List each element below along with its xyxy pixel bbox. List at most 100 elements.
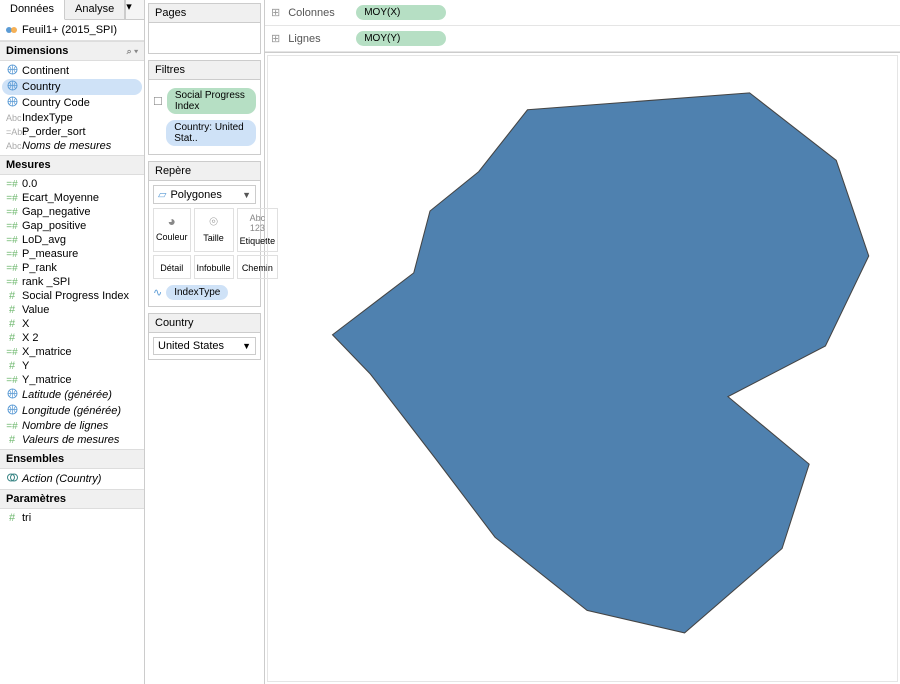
dimension-indextype[interactable]: Abc IndexType: [0, 111, 144, 125]
hash-icon: #: [6, 290, 18, 302]
country-select-value: United States: [158, 340, 224, 352]
main-area: ⊞ Colonnes MOY(X) ⊞ Lignes MOY(Y): [265, 0, 900, 684]
line-icon: ∿: [153, 286, 162, 299]
filter-pill[interactable]: Social Progress Index: [167, 88, 256, 114]
hash-calc-icon: =#: [6, 235, 18, 246]
chevron-down-icon: ▼: [242, 341, 251, 351]
columns-pill[interactable]: MOY(X): [356, 5, 446, 20]
tab-data[interactable]: Données: [0, 0, 65, 20]
mark-pill-indextype[interactable]: IndexType: [166, 285, 228, 300]
measure-gap-positive[interactable]: =#Gap_positive: [0, 219, 144, 233]
field-label: Country Code: [22, 97, 90, 109]
globe-icon: [6, 80, 18, 94]
mark-color-label: Couleur: [156, 232, 188, 242]
measure-x-2[interactable]: # X 2: [0, 331, 144, 345]
dimension-country[interactable]: Country: [2, 79, 142, 95]
rows-pill[interactable]: MOY(Y): [356, 31, 446, 46]
tab-menu-icon[interactable]: ▾: [125, 0, 144, 19]
color-icon: ◕: [156, 213, 188, 229]
dimensions-header: Dimensions ⌕ ▾: [0, 41, 144, 61]
chevron-down-icon: ▼: [242, 190, 251, 200]
hash-icon: #: [6, 304, 18, 316]
dimension-noms-de-mesures[interactable]: AbcNoms de mesures: [0, 139, 144, 153]
field-label: Latitude (générée): [22, 389, 112, 401]
filters-header: Filtres: [149, 61, 260, 80]
param-tri[interactable]: # tri: [0, 511, 144, 525]
polygon-shape[interactable]: [333, 93, 869, 633]
mark-type-dropdown[interactable]: ▱ Polygones ▼: [153, 185, 256, 204]
measure-value[interactable]: # Value: [0, 303, 144, 317]
field-label: IndexType: [22, 112, 73, 124]
polygon-icon: ▱: [158, 188, 166, 201]
set-icon: [6, 472, 18, 486]
measure-rank-spi[interactable]: =#rank _SPI: [0, 275, 144, 289]
marks-header: Repère: [149, 162, 260, 181]
filter-pill[interactable]: Country: United Stat..: [166, 120, 256, 146]
globe-icon: [6, 64, 18, 78]
dimensions-list: ContinentCountry Country Code Abc IndexType…: [0, 61, 144, 155]
pages-body[interactable]: [149, 23, 260, 53]
field-label: X: [22, 318, 29, 330]
hash-calc-icon: =#: [6, 193, 18, 204]
search-icon[interactable]: ⌕ ▾: [127, 46, 138, 57]
dimension-continent[interactable]: Continent: [0, 63, 144, 79]
size-icon: ⌾: [197, 213, 231, 230]
field-label: X 2: [22, 332, 39, 344]
measure-x[interactable]: #X: [0, 317, 144, 331]
columns-shelf[interactable]: ⊞ Colonnes MOY(X): [265, 0, 900, 26]
field-label: tri: [22, 512, 31, 524]
abc-icon: Abc: [6, 113, 18, 123]
measure-valeurs-de-mesures[interactable]: #Valeurs de mesures: [0, 433, 144, 447]
field-label: Y_matrice: [22, 374, 72, 386]
datasource-row[interactable]: Feuil1+ (2015_SPI): [0, 20, 144, 41]
measure-social-progress-index[interactable]: #Social Progress Index: [0, 289, 144, 303]
measure-lod-avg[interactable]: =# LoD_avg: [0, 233, 144, 247]
field-label: rank _SPI: [22, 276, 70, 288]
measure-nombre-de-lignes[interactable]: =#Nombre de lignes: [0, 419, 144, 433]
field-label: Longitude (générée): [22, 405, 121, 417]
hash-icon: #: [6, 318, 18, 330]
country-select[interactable]: United States ▼: [153, 337, 256, 355]
measure-y[interactable]: #Y: [0, 359, 144, 373]
measures-header: Mesures: [0, 155, 144, 175]
measure-x-matrice[interactable]: =#X_matrice: [0, 345, 144, 359]
hash-icon: #: [6, 332, 18, 344]
set-action-country-[interactable]: Action (Country): [0, 471, 144, 487]
mark-size-button[interactable]: ⌾ Taille: [194, 208, 234, 252]
datasource-icon: [6, 24, 18, 36]
field-label: LoD_avg: [22, 234, 66, 246]
mark-color-button[interactable]: ◕ Couleur: [153, 208, 191, 252]
columns-icon: ⊞: [271, 6, 280, 19]
measure-p-measure[interactable]: =#P_measure: [0, 247, 144, 261]
measure-gap-negative[interactable]: =#Gap_negative: [0, 205, 144, 219]
dimension-p-order-sort[interactable]: =AbcP_order_sort: [0, 125, 144, 139]
measure-latitude-g-n-r-e-[interactable]: Latitude (générée): [0, 387, 144, 403]
mark-tooltip-button[interactable]: Infobulle: [194, 255, 234, 279]
measure-ecart-moyenne[interactable]: =#Ecart_Moyenne: [0, 191, 144, 205]
field-label: Value: [22, 304, 49, 316]
measure-0-0[interactable]: =#0.0: [0, 177, 144, 191]
measure-p-rank[interactable]: =#P_rank: [0, 261, 144, 275]
mark-detail-label: Détail: [160, 263, 183, 273]
measure-longitude-g-n-r-e-[interactable]: Longitude (générée): [0, 403, 144, 419]
mark-pill-row: ∿ IndexType: [153, 283, 256, 302]
filters-body[interactable]: ☐ Social Progress Index Country: United St…: [149, 80, 260, 154]
hash-icon: #: [6, 512, 18, 524]
mark-detail-button[interactable]: Détail: [153, 255, 191, 279]
filter-checkbox-icon[interactable]: ☐: [153, 95, 163, 108]
country-filter-card: Country United States ▼: [148, 313, 261, 360]
hash-calc-icon: =#: [6, 249, 18, 260]
measure-y-matrice[interactable]: =# Y_matrice: [0, 373, 144, 387]
mark-size-label: Taille: [203, 233, 224, 243]
field-label: X_matrice: [22, 346, 72, 358]
globe-icon: [6, 96, 18, 110]
tab-analysis[interactable]: Analyse: [65, 0, 125, 19]
viz-canvas[interactable]: [267, 55, 898, 682]
rows-shelf[interactable]: ⊞ Lignes MOY(Y): [265, 26, 900, 52]
hash-calc-icon: =#: [6, 375, 18, 386]
sets-label: Ensembles: [6, 453, 64, 465]
dimension-country-code[interactable]: Country Code: [0, 95, 144, 111]
data-sidebar: Données Analyse ▾ Feuil1+ (2015_SPI) Dim…: [0, 0, 145, 684]
marks-card: Repère ▱ Polygones ▼ ◕Couleur ⌾Taille Ab…: [148, 161, 261, 307]
abc-calc-icon: =Abc: [6, 127, 18, 137]
